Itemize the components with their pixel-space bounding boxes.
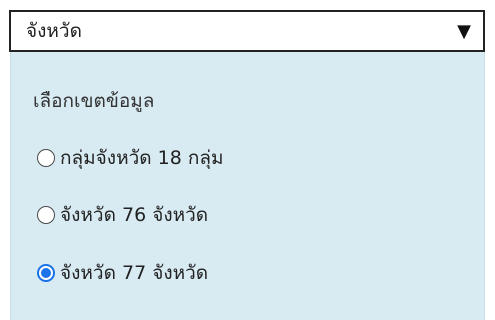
radio-option-77-provinces[interactable]: จังหวัด 77 จังหวัด <box>37 258 208 288</box>
radio-option-label: จังหวัด 76 จังหวัด <box>60 204 209 226</box>
radio-option-label: จังหวัด 77 จังหวัด <box>60 262 209 284</box>
radio-option-province-groups[interactable]: กลุ่มจังหวัด 18 กลุ่ม <box>37 143 224 173</box>
radio-option-label: กลุ่มจังหวัด 18 กลุ่ม <box>60 147 224 169</box>
radio-button[interactable] <box>37 206 55 224</box>
radio-button[interactable] <box>37 264 55 282</box>
radio-option-76-provinces[interactable]: จังหวัด 76 จังหวัด <box>37 200 208 230</box>
dropdown-panel: เลือกเขตข้อมูล กลุ่มจังหวัด 18 กลุ่ม จัง… <box>10 52 485 320</box>
province-select[interactable]: จังหวัด ▼ <box>9 10 485 52</box>
panel-title: เลือกเขตข้อมูล <box>33 90 155 112</box>
radio-button[interactable] <box>37 149 55 167</box>
select-value: จังหวัด <box>26 20 82 42</box>
dropdown-widget: จังหวัด ▼ เลือกเขตข้อมูล กลุ่มจังหวัด 18… <box>0 0 495 320</box>
dropdown-arrow-icon[interactable]: ▼ <box>453 21 475 42</box>
